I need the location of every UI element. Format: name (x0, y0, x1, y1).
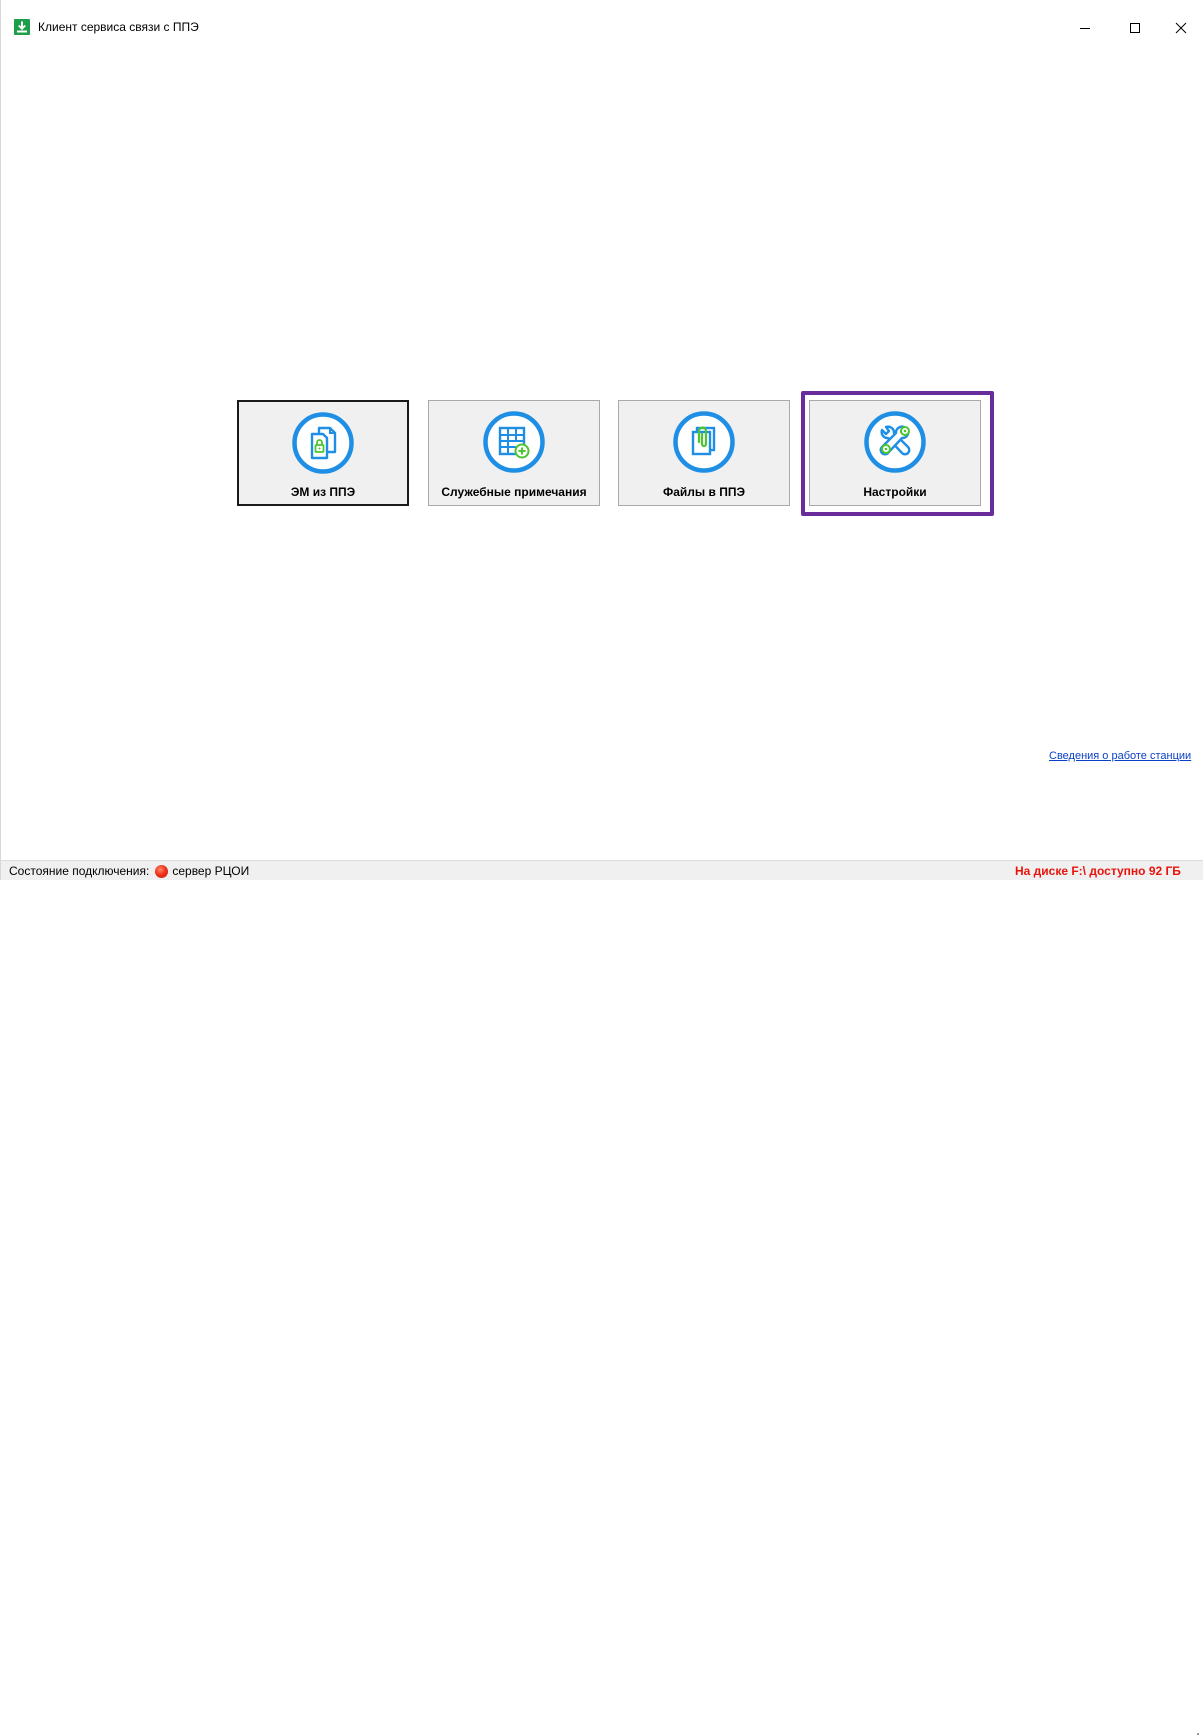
connection-label: Состояние подключения: (9, 864, 150, 878)
close-icon (1175, 22, 1187, 34)
title-bar[interactable]: Клиент сервиса связи с ППЭ (1, 0, 1203, 44)
settings-button[interactable]: Настройки (809, 400, 981, 506)
maximize-icon (1130, 23, 1140, 33)
connection-status-icon (155, 864, 169, 878)
app-window: Клиент сервиса связи с ППЭ ЭМ из ППЭ Слу… (0, 0, 1203, 1735)
tile-label: ЭМ из ППЭ (290, 485, 356, 499)
files-paperclip-icon (673, 411, 735, 473)
app-download-icon (14, 19, 30, 35)
em-from-ppe-button[interactable]: ЭМ из ППЭ (237, 400, 409, 506)
files-in-ppe-button[interactable]: Файлы в ППЭ (618, 400, 790, 506)
server-name: сервер РЦОИ (172, 864, 250, 878)
window-title: Клиент сервиса связи с ППЭ (38, 20, 199, 34)
minimize-icon (1080, 28, 1090, 29)
connection-status: Состояние подключения: сервер РЦОИ (9, 863, 249, 879)
station-info-link[interactable]: Сведения о работе станции (1049, 750, 1191, 762)
disk-space-info: На диске F:\ доступно 92 ГБ (1015, 864, 1181, 878)
close-button[interactable] (1158, 10, 1203, 46)
minimize-button[interactable] (1062, 10, 1108, 46)
maximize-button[interactable] (1112, 10, 1158, 46)
tile-label: Служебные примечания (441, 485, 587, 499)
service-notes-button[interactable]: Служебные примечания (428, 400, 600, 506)
documents-lock-icon (292, 412, 354, 474)
table-add-icon (483, 411, 545, 473)
wrench-gears-icon (864, 411, 926, 473)
tile-label: Настройки (863, 485, 927, 499)
tile-label: Файлы в ППЭ (663, 485, 745, 499)
status-bar: Состояние подключения: сервер РЦОИ На ди… (1, 860, 1203, 1735)
